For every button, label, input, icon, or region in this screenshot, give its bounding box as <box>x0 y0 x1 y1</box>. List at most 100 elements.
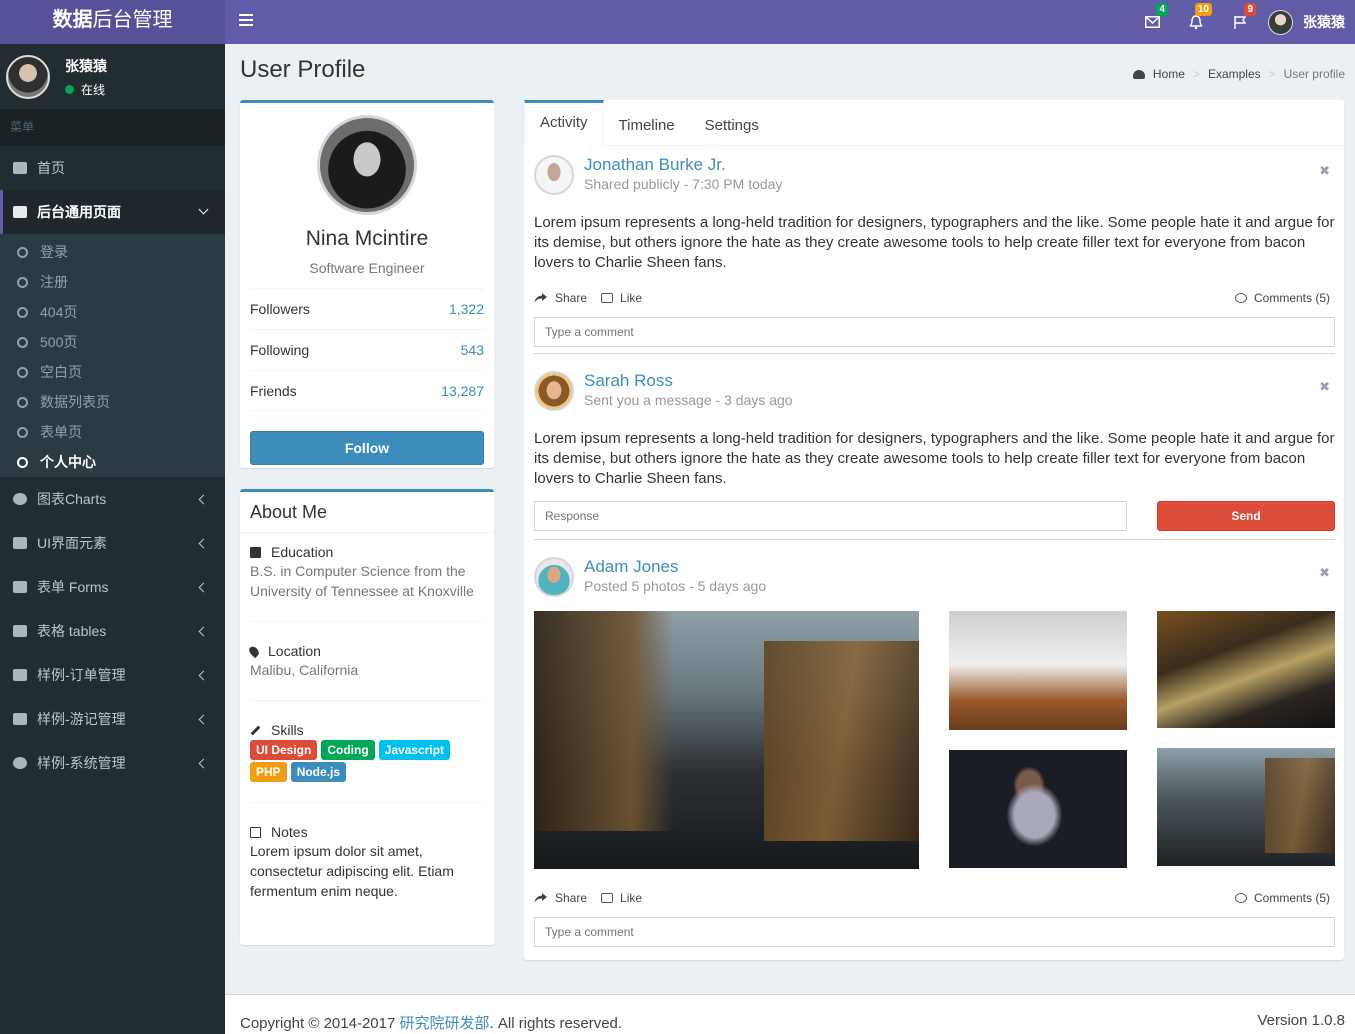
logo-rest: 后台管理 <box>92 9 173 31</box>
comments-icon <box>1234 893 1247 903</box>
breadcrumb-examples[interactable]: Examples <box>1208 67 1261 81</box>
profile-box: Nina Mcintire Software Engineer Follower… <box>240 100 494 468</box>
sidebar-item-travel[interactable]: 样例-游记管理 <box>0 697 225 741</box>
photo-grid <box>534 611 1335 869</box>
sidebar-subitem-profile[interactable]: 个人中心 <box>0 447 225 477</box>
sidebar-subitem-register[interactable]: 注册 <box>0 267 225 297</box>
chevron-left-icon <box>198 670 209 681</box>
breadcrumb-separator: > <box>1192 67 1200 81</box>
post: Sarah Ross Sent you a message - 3 days a… <box>534 371 1335 531</box>
profile-stats: Followers 1,322 Following 543 Friends 13,28… <box>250 288 484 411</box>
stat-value[interactable]: 1,322 <box>449 301 484 317</box>
gears-icon <box>13 757 27 769</box>
chevron-left-icon <box>198 538 209 549</box>
comments-icon <box>1234 293 1247 303</box>
org-link[interactable]: 研究院研发部 <box>400 1015 490 1032</box>
sidebar: 张猿猿 在线 菜单 首页 后台通用页面 登录 注册 404页 500页 空白页 … <box>0 44 225 1034</box>
response-input[interactable] <box>534 501 1127 531</box>
share-button[interactable]: Share <box>534 891 587 905</box>
skill-label: Coding <box>321 740 375 760</box>
copyright-text: Copyright © 2014-2017 <box>240 1015 400 1032</box>
photo-dining-room[interactable] <box>949 611 1127 730</box>
breadcrumb-home[interactable]: Home <box>1153 67 1185 81</box>
messages-menu[interactable]: 4 <box>1130 0 1174 44</box>
tasks-menu[interactable]: 9 <box>1218 0 1262 44</box>
photo-woman-reading[interactable] <box>949 750 1127 868</box>
comment-input[interactable] <box>534 917 1335 947</box>
sidebar-item-ui[interactable]: UI界面元素 <box>0 521 225 565</box>
circle-icon <box>17 306 28 318</box>
circle-icon <box>17 246 28 258</box>
tab-activity[interactable]: Activity <box>524 100 604 146</box>
sidebar-item-tables[interactable]: 表格 tables <box>0 609 225 653</box>
like-button[interactable]: Like <box>601 291 642 305</box>
chevron-left-icon <box>198 714 209 725</box>
subitem-label: 空白页 <box>40 364 82 380</box>
sidebar-item-label: 表单 Forms <box>37 579 109 595</box>
skill-label: Node.js <box>290 762 347 782</box>
comments-link[interactable]: Comments (5) <box>1234 891 1330 905</box>
stat-value[interactable]: 543 <box>461 342 484 358</box>
circle-icon <box>17 396 28 408</box>
skill-label: PHP <box>250 762 287 782</box>
sidebar-subitem-500[interactable]: 500页 <box>0 327 225 357</box>
sidebar-item-general[interactable]: 后台通用页面 <box>0 190 225 234</box>
share-icon <box>534 293 547 303</box>
sidebar-subitem-blank[interactable]: 空白页 <box>0 357 225 387</box>
tasks-badge: 9 <box>1244 3 1256 16</box>
user-menu[interactable]: 张猿猿 <box>1268 9 1345 35</box>
dashboard-icon <box>1132 69 1145 79</box>
circle-icon <box>17 366 28 378</box>
sidebar-subitem-datalist[interactable]: 数据列表页 <box>0 387 225 417</box>
pencil-icon <box>250 725 261 735</box>
like-button[interactable]: Like <box>601 891 642 905</box>
thumbs-up-icon <box>601 893 614 903</box>
sidebar-toggle-icon[interactable] <box>239 14 253 26</box>
close-icon[interactable]: ✖ <box>1319 565 1330 581</box>
online-status[interactable]: 在线 <box>65 81 107 98</box>
profile-job: Software Engineer <box>309 260 425 276</box>
tab-settings[interactable]: Settings <box>690 100 774 145</box>
post-author[interactable]: Adam Jones <box>584 557 766 577</box>
photo-street[interactable] <box>534 611 919 869</box>
tab-timeline[interactable]: Timeline <box>604 100 690 145</box>
sidebar-subitem-form[interactable]: 表单页 <box>0 417 225 447</box>
sidebar-item-forms[interactable]: 表单 Forms <box>0 565 225 609</box>
stat-value[interactable]: 13,287 <box>441 383 484 399</box>
photo-canal[interactable] <box>1157 611 1335 728</box>
subitem-label: 注册 <box>40 274 68 290</box>
comments-link[interactable]: Comments (5) <box>1234 291 1330 305</box>
sidebar-item-label: 首页 <box>37 160 65 176</box>
share-button[interactable]: Share <box>534 291 587 305</box>
follow-button[interactable]: Follow <box>250 431 484 465</box>
sidebar-item-orders[interactable]: 样例-订单管理 <box>0 653 225 697</box>
location-title: Location <box>268 643 321 659</box>
circle-icon <box>17 276 28 288</box>
sidebar-item-label: 样例-游记管理 <box>37 711 126 727</box>
sidebar-subitem-login[interactable]: 登录 <box>0 237 225 267</box>
notifications-menu[interactable]: 10 <box>1174 0 1218 44</box>
skills-labels: UI Design Coding Javascript PHP Node.js <box>250 740 484 782</box>
submenu-general: 登录 注册 404页 500页 空白页 数据列表页 表单页 个人中心 <box>0 234 225 477</box>
post-description: Sent you a message - 3 days ago <box>584 392 793 408</box>
comment-input[interactable] <box>534 317 1335 347</box>
divider <box>534 353 1335 354</box>
sidebar-item-home[interactable]: 首页 <box>0 146 225 190</box>
post-author[interactable]: Jonathan Burke Jr. <box>584 155 782 175</box>
stat-friends: Friends 13,287 <box>250 370 484 411</box>
send-button[interactable]: Send <box>1157 501 1335 531</box>
sidebar-avatar <box>6 54 50 99</box>
sidebar-item-charts[interactable]: 图表Charts <box>0 477 225 521</box>
sidebar-subitem-404[interactable]: 404页 <box>0 297 225 327</box>
close-icon[interactable]: ✖ <box>1319 163 1330 179</box>
sidebar-item-system[interactable]: 样例-系统管理 <box>0 741 225 785</box>
notes-title: Notes <box>271 824 308 840</box>
photo-street-small[interactable] <box>1157 748 1335 866</box>
stat-following: Following 543 <box>250 329 484 370</box>
about-box: About Me Education B.S. in Computer Scie… <box>240 489 494 945</box>
subitem-label: 404页 <box>40 304 78 320</box>
app-logo[interactable]: 数据后台管理 <box>0 0 225 44</box>
post-author[interactable]: Sarah Ross <box>584 371 793 391</box>
close-icon[interactable]: ✖ <box>1319 379 1330 395</box>
about-education: Education B.S. in Computer Science from … <box>250 533 484 622</box>
